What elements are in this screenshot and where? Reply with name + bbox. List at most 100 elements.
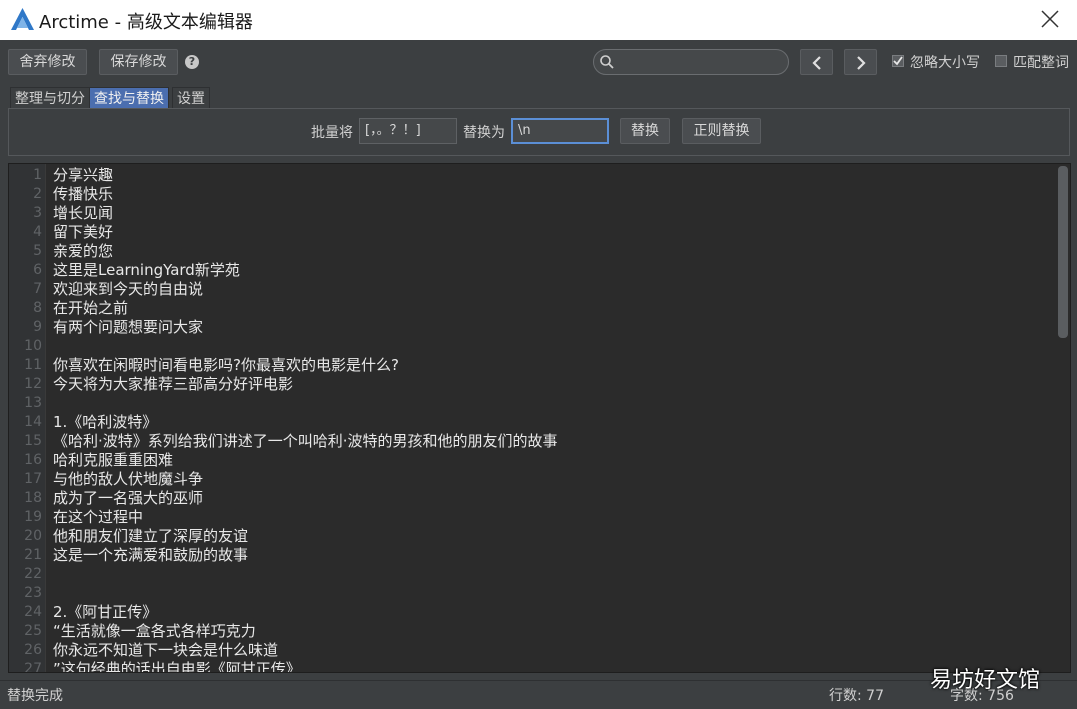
vertical-scrollbar[interactable]: [1058, 166, 1068, 338]
editor-line[interactable]: 4 留下美好: [9, 223, 1070, 242]
regex-replace-button[interactable]: 正则替换: [682, 118, 761, 144]
editor-line[interactable]: 23: [9, 584, 1070, 603]
line-number: 17: [24, 471, 42, 487]
editor-line[interactable]: 15 《哈利·波特》系列给我们讲述了一个叫哈利·波特的男孩和他的朋友们的故事: [9, 432, 1070, 451]
line-text: “生活就像一盒各式各样巧克力: [53, 622, 256, 640]
editor-line[interactable]: 18 成为了一名强大的巫师: [9, 489, 1070, 508]
status-bar: 替换完成 行数: 77 字数: 756: [0, 680, 1077, 709]
line-text: 增长见闻: [53, 204, 114, 222]
line-number: 9: [33, 319, 42, 335]
line-text: 2.《阿甘正传》: [53, 603, 158, 621]
line-number: 7: [33, 281, 42, 297]
line-number: 2: [33, 186, 42, 202]
search-icon: [600, 55, 614, 69]
line-number: 12: [24, 376, 42, 392]
title-bar: Arctime - 高级文本编辑器: [0, 0, 1077, 40]
line-text: 你喜欢在闲暇时间看电影吗?你最喜欢的电影是什么?: [53, 356, 399, 374]
text-editor[interactable]: 1 分享兴趣 2 传播快乐 3 增长见闻 4 留下美好 5 亲爱的您 6 这里是LearningYar…: [8, 163, 1071, 673]
editor-line[interactable]: 22: [9, 565, 1070, 584]
line-text: 这里是LearningYard新学苑: [53, 261, 240, 279]
line-number: 20: [24, 528, 42, 544]
line-number: 27: [24, 661, 42, 673]
line-number: 22: [24, 566, 42, 582]
line-text: 他和朋友们建立了深厚的友谊: [53, 527, 249, 545]
line-number: 24: [24, 604, 42, 620]
line-number: 23: [24, 585, 42, 601]
editor-line[interactable]: 2 传播快乐: [9, 185, 1070, 204]
whole-word-checkbox[interactable]: [995, 55, 1007, 67]
editor-line[interactable]: 26 你永远不知道下一块会是什么味道: [9, 641, 1070, 660]
arctime-logo-icon: [11, 8, 34, 30]
editor-line[interactable]: 27 ”这句经典的话出自电影《阿甘正传》: [9, 660, 1070, 673]
batch-label: 批量将: [311, 125, 353, 141]
close-icon[interactable]: [1039, 8, 1061, 30]
find-pattern-input[interactable]: [，。？！]: [359, 118, 457, 144]
line-number: 3: [33, 205, 42, 221]
editor-line[interactable]: 8 在开始之前: [9, 299, 1070, 318]
line-text: 你永远不知道下一块会是什么味道: [53, 641, 279, 659]
line-number: 16: [24, 452, 42, 468]
checkmark-icon: [893, 56, 903, 66]
editor-line[interactable]: 19 在这个过程中: [9, 508, 1070, 527]
editor-line[interactable]: 6 这里是LearningYard新学苑: [9, 261, 1070, 280]
editor-line[interactable]: 9 有两个问题想要问大家: [9, 318, 1070, 337]
editor-line[interactable]: 11 你喜欢在闲暇时间看电影吗?你最喜欢的电影是什么?: [9, 356, 1070, 375]
tab-find-replace[interactable]: 查找与替换: [89, 87, 169, 109]
editor-line[interactable]: 13: [9, 394, 1070, 413]
save-changes-button[interactable]: 保存修改: [99, 49, 178, 75]
find-next-button[interactable]: [844, 49, 877, 75]
line-text: 成为了一名强大的巫师: [53, 489, 204, 507]
editor-line[interactable]: 10: [9, 337, 1070, 356]
replace-value-input[interactable]: \n: [511, 118, 609, 144]
editor-line[interactable]: 21 这是一个充满爱和鼓励的故事: [9, 546, 1070, 565]
discard-changes-button[interactable]: 舍弃修改: [8, 49, 87, 75]
help-icon[interactable]: ?: [185, 55, 199, 69]
line-text: 分享兴趣: [53, 166, 114, 184]
line-number: 26: [24, 642, 42, 658]
line-number: 21: [24, 547, 42, 563]
line-number: 25: [24, 623, 42, 639]
editor-line[interactable]: 17 与他的敌人伏地魔斗争: [9, 470, 1070, 489]
line-text: 亲爱的您: [53, 242, 114, 260]
tab-settings[interactable]: 设置: [172, 87, 210, 109]
replace-button[interactable]: 替换: [620, 118, 670, 144]
replace-with-label: 替换为: [463, 125, 505, 141]
editor-line[interactable]: 16 哈利克服重重困难: [9, 451, 1070, 470]
editor-line[interactable]: 20 他和朋友们建立了深厚的友谊: [9, 527, 1070, 546]
status-message: 替换完成: [7, 688, 63, 704]
line-text: ”这句经典的话出自电影《阿甘正传》: [53, 660, 301, 673]
line-text: 这是一个充满爱和鼓励的故事: [53, 546, 249, 564]
editor-line[interactable]: 1 分享兴趣: [9, 166, 1070, 185]
editor-line[interactable]: 12 今天将为大家推荐三部高分好评电影: [9, 375, 1070, 394]
line-text: 哈利克服重重困难: [53, 451, 174, 469]
line-text: 与他的敌人伏地魔斗争: [53, 470, 204, 488]
line-text: 1.《哈利波特》: [53, 413, 158, 431]
line-number: 5: [33, 243, 42, 259]
line-number: 8: [33, 300, 42, 316]
line-text: 今天将为大家推荐三部高分好评电影: [53, 375, 294, 393]
editor-line[interactable]: 24 2.《阿甘正传》: [9, 603, 1070, 622]
search-input[interactable]: [593, 49, 789, 75]
find-previous-button[interactable]: [800, 49, 833, 75]
line-number: 14: [24, 414, 42, 430]
line-text: 留下美好: [53, 223, 114, 241]
line-number: 11: [24, 357, 42, 373]
chevron-left-icon: [812, 56, 821, 70]
line-number: 1: [33, 167, 42, 183]
editor-line[interactable]: 3 增长见闻: [9, 204, 1070, 223]
editor-lines: 1 分享兴趣 2 传播快乐 3 增长见闻 4 留下美好 5 亲爱的您 6 这里是LearningYar…: [9, 166, 1070, 673]
editor-line[interactable]: 14 1.《哈利波特》: [9, 413, 1070, 432]
tab-tidy-split[interactable]: 整理与切分: [10, 87, 90, 109]
editor-line[interactable]: 5 亲爱的您: [9, 242, 1070, 261]
whole-word-label: 匹配整词: [1013, 55, 1069, 71]
line-number: 6: [33, 262, 42, 278]
line-count: 行数: 77: [829, 688, 884, 704]
line-number: 15: [24, 433, 42, 449]
line-text: 《哈利·波特》系列给我们讲述了一个叫哈利·波特的男孩和他的朋友们的故事: [53, 432, 558, 450]
ignore-case-checkbox[interactable]: [892, 55, 904, 67]
editor-line[interactable]: 25 “生活就像一盒各式各样巧克力: [9, 622, 1070, 641]
window-title: Arctime - 高级文本编辑器: [39, 12, 253, 33]
watermark: 易坊好文馆: [930, 668, 1041, 693]
editor-line[interactable]: 7 欢迎来到今天的自由说: [9, 280, 1070, 299]
line-text: 欢迎来到今天的自由说: [53, 280, 204, 298]
